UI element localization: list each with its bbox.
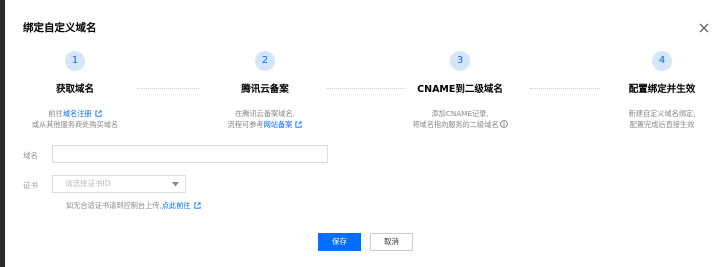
domain-input[interactable] xyxy=(52,145,328,163)
domain-label: 域名 xyxy=(23,151,38,160)
step-2: 2 腾讯云备案 在腾讯云备案域名, 流程可参考网站备案 xyxy=(185,51,345,130)
step-desc-text: 在腾讯云备案域名, xyxy=(235,109,295,118)
step-title: 配置绑定并生效 xyxy=(628,84,696,95)
external-link-icon[interactable] xyxy=(193,202,201,209)
domain-register-link[interactable]: 域名注册 xyxy=(63,109,92,118)
step-description: 添加CNAME记录, 将域名指向服务的二级域名 xyxy=(380,108,540,130)
hint-text: 如无合适证书请到控制台上传, xyxy=(66,201,162,210)
website-filing-link[interactable]: 网站备案 xyxy=(264,120,293,129)
step-desc-text: 将域名指向服务的二级域名 xyxy=(412,120,499,129)
certificate-select[interactable]: 请选择证书ID xyxy=(52,175,186,193)
step-desc-text: 配置完成后直接生效 xyxy=(629,120,695,129)
step-title: 获取域名 xyxy=(55,84,94,95)
step-3: 3 CNAME到二级域名 添加CNAME记录, 将域名指向服务的二级域名 xyxy=(380,51,540,130)
external-link-icon[interactable] xyxy=(295,121,302,128)
step-title: CNAME到二级域名 xyxy=(417,84,503,95)
info-icon[interactable] xyxy=(499,120,508,128)
step-number-circle: 4 xyxy=(652,51,672,71)
step-desc-text: 或从其他服务商处购买域名 xyxy=(31,120,119,129)
step-desc-text: 添加CNAME记录, xyxy=(431,109,489,118)
step-desc-text: 新建自定义域名绑定, xyxy=(628,109,696,118)
certificate-label: 证书 xyxy=(23,181,38,190)
certificate-hint: 如无合适证书请到控制台上传,点此前往 xyxy=(66,201,201,211)
step-1: 1 获取域名 前往域名注册 或从其他服务商处购买域名 xyxy=(0,51,155,130)
chevron-down-icon xyxy=(172,182,179,187)
bind-custom-domain-dialog: 绑定自定义域名 1 获取域名 前往域名注册 或从其他服务商处购买域名 2 腾讯云… xyxy=(5,0,720,267)
step-description: 新建自定义域名绑定, 配置完成后直接生效 xyxy=(582,108,720,130)
step-desc-text: 流程可参考 xyxy=(227,120,264,129)
save-button[interactable]: 保存 xyxy=(318,233,361,251)
certificate-select-placeholder: 请选择证书ID xyxy=(65,179,111,188)
cancel-button[interactable]: 取消 xyxy=(370,233,413,251)
step-4: 4 配置绑定并生效 新建自定义域名绑定, 配置完成后直接生效 xyxy=(582,51,720,130)
step-title: 腾讯云备案 xyxy=(241,84,289,95)
dialog-title: 绑定自定义域名 xyxy=(23,22,97,34)
step-number-circle: 2 xyxy=(255,51,275,71)
step-number-circle: 1 xyxy=(65,51,85,71)
close-icon[interactable] xyxy=(698,22,710,34)
external-link-icon[interactable] xyxy=(95,110,102,117)
step-description: 在腾讯云备案域名, 流程可参考网站备案 xyxy=(185,108,345,130)
step-number-circle: 3 xyxy=(450,51,470,71)
step-description: 前往域名注册 或从其他服务商处购买域名 xyxy=(0,108,155,130)
go-console-link[interactable]: 点此前往 xyxy=(162,201,191,210)
step-desc-text: 前往 xyxy=(48,109,63,118)
